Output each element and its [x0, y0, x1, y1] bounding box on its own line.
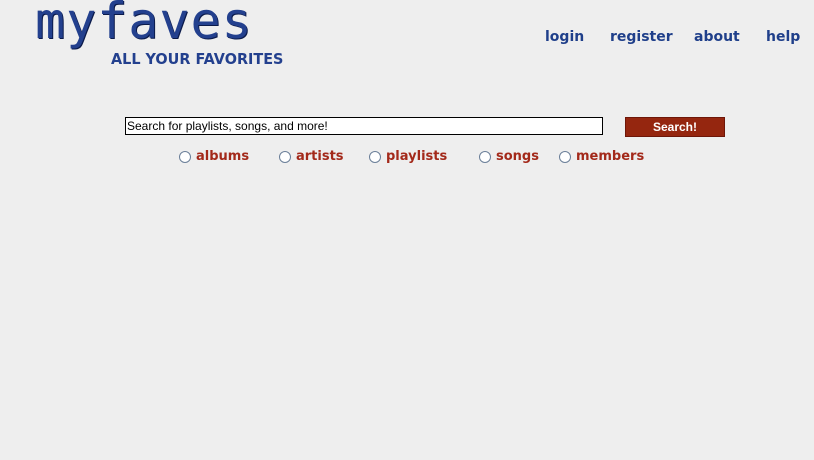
- logo-tagline: ALL YOUR FAVORITES: [111, 50, 284, 68]
- search-input[interactable]: [125, 117, 603, 135]
- albums-label: albums: [196, 149, 250, 164]
- songs-radio[interactable]: [479, 151, 491, 163]
- search-button[interactable]: Search!: [625, 117, 725, 137]
- nav-login-link[interactable]: login: [545, 29, 584, 45]
- albums-radio[interactable]: [179, 151, 191, 163]
- top-navigation: login register about help: [0, 29, 814, 47]
- nav-about-link[interactable]: about: [694, 29, 740, 45]
- artists-label: artists: [296, 149, 344, 164]
- members-radio[interactable]: [559, 151, 571, 163]
- nav-register-link[interactable]: register: [610, 29, 673, 45]
- nav-help-link[interactable]: help: [766, 29, 800, 45]
- artists-radio[interactable]: [279, 151, 291, 163]
- members-label: members: [576, 149, 645, 164]
- songs-label: songs: [496, 149, 539, 164]
- playlists-label: playlists: [386, 149, 448, 164]
- playlists-radio[interactable]: [369, 151, 381, 163]
